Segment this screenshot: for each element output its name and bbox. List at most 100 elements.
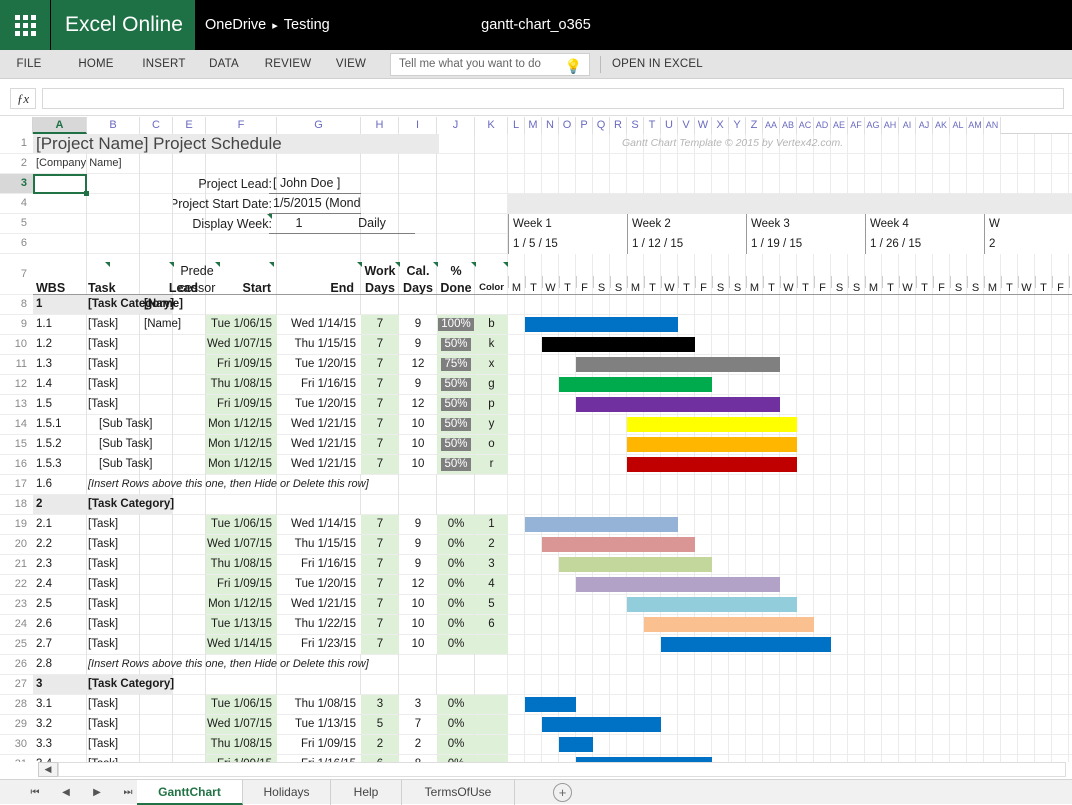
cell-start[interactable]: Tue 1/06/15 xyxy=(206,695,277,714)
column-header-Z[interactable]: Z xyxy=(746,117,763,134)
column-header-N[interactable]: N xyxy=(542,117,559,134)
cell-task[interactable]: [Task] xyxy=(85,395,195,414)
row-header-21[interactable]: 21 xyxy=(0,555,33,575)
cell-cal-days[interactable]: 10 xyxy=(399,435,437,454)
cell-wbs[interactable]: 1.4 xyxy=(33,375,83,394)
cell-cal-days[interactable]: 10 xyxy=(399,595,437,614)
gantt-bar-3.2[interactable] xyxy=(542,717,661,732)
cell-end[interactable]: Thu 1/08/15 xyxy=(277,695,361,714)
column-header-B[interactable]: B xyxy=(87,117,140,134)
cell-end[interactable]: Tue 1/20/15 xyxy=(277,395,361,414)
column-header-I[interactable]: I xyxy=(399,117,437,134)
row-header-10[interactable]: 10 xyxy=(0,335,33,355)
cell-wbs[interactable]: 2.6 xyxy=(33,615,83,634)
column-header-AN[interactable]: AN xyxy=(984,117,1001,134)
header-color[interactable]: Color xyxy=(475,281,508,295)
column-header-R[interactable]: R xyxy=(610,117,627,134)
row-header-25[interactable]: 25 xyxy=(0,635,33,655)
cell-cal-days[interactable]: 12 xyxy=(399,575,437,594)
column-header-AB[interactable]: AB xyxy=(780,117,797,134)
cell-end[interactable]: Tue 1/20/15 xyxy=(277,355,361,374)
row-header-23[interactable]: 23 xyxy=(0,595,33,615)
cell-start[interactable]: Fri 1/09/15 xyxy=(206,395,277,414)
cell-work-days[interactable]: 7 xyxy=(361,415,399,434)
cell-work-days[interactable]: 7 xyxy=(361,455,399,474)
gantt-bar-1.4[interactable] xyxy=(559,377,712,392)
cell-task[interactable]: [Task] xyxy=(85,715,195,734)
cell-task[interactable]: [Task] xyxy=(85,555,195,574)
cell-work-days[interactable]: 7 xyxy=(361,555,399,574)
cell-wbs[interactable]: 1.3 xyxy=(33,355,83,374)
header-cal-line2[interactable]: Days xyxy=(399,281,437,295)
cell-work-days[interactable]: 7 xyxy=(361,335,399,354)
app-launcher-icon[interactable] xyxy=(0,0,50,50)
gantt-bar-3.1[interactable] xyxy=(525,697,576,712)
sheet-tab-termsofuse[interactable]: TermsOfUse xyxy=(402,780,515,805)
column-header-G[interactable]: G xyxy=(277,117,361,134)
row-header-20[interactable]: 20 xyxy=(0,535,33,555)
cell-end[interactable]: Tue 1/20/15 xyxy=(277,575,361,594)
cell-work-days[interactable]: 7 xyxy=(361,595,399,614)
row-header-15[interactable]: 15 xyxy=(0,435,33,455)
cell-pct-done[interactable]: 0% xyxy=(437,735,475,754)
cell-task[interactable]: [Task] xyxy=(85,735,195,754)
gantt-bar-1.5.2[interactable] xyxy=(627,437,797,452)
cell-task[interactable]: [Task Category] xyxy=(85,495,195,514)
column-header-F[interactable]: F xyxy=(206,117,277,134)
cell-color-code[interactable]: r xyxy=(475,455,508,474)
cell-color-code[interactable]: x xyxy=(475,355,508,374)
cell-end[interactable]: Fri 1/16/15 xyxy=(277,555,361,574)
cell-cal-days[interactable]: 9 xyxy=(399,515,437,534)
column-header-AI[interactable]: AI xyxy=(899,117,916,134)
gantt-bar-2.7[interactable] xyxy=(661,637,831,652)
sheet-nav-next-icon[interactable]: ▶ xyxy=(88,784,106,801)
column-header-AH[interactable]: AH xyxy=(882,117,899,134)
ribbon-tab-review[interactable]: REVIEW xyxy=(264,50,312,79)
cell-pct-done[interactable]: 0% xyxy=(437,635,475,654)
column-header-AJ[interactable]: AJ xyxy=(916,117,933,134)
column-header-V[interactable]: V xyxy=(678,117,695,134)
cell-end[interactable]: Tue 1/13/15 xyxy=(277,715,361,734)
column-header-AL[interactable]: AL xyxy=(950,117,967,134)
cell-start[interactable]: Fri 1/09/15 xyxy=(206,355,277,374)
cell-note[interactable]: [Insert Rows above this one, then Hide o… xyxy=(85,475,415,494)
cell-wbs[interactable]: 1.1 xyxy=(33,315,83,334)
cell-work-days[interactable]: 7 xyxy=(361,435,399,454)
gantt-bar-2.1[interactable] xyxy=(525,517,678,532)
cell-start[interactable]: Mon 1/12/15 xyxy=(206,455,277,474)
column-header-A[interactable]: A xyxy=(33,117,87,134)
cell-work-days[interactable]: 7 xyxy=(361,395,399,414)
cell-work-days[interactable]: 7 xyxy=(361,615,399,634)
cell-task[interactable]: [Task] xyxy=(85,515,195,534)
cell-color-code[interactable]: 1 xyxy=(475,515,508,534)
cell-wbs[interactable]: 2.8 xyxy=(33,655,83,674)
sheet-tab-holidays[interactable]: Holidays xyxy=(243,780,331,805)
open-in-excel-button[interactable]: OPEN IN EXCEL xyxy=(612,50,703,79)
cell-color-code[interactable]: 2 xyxy=(475,535,508,554)
row-header-30[interactable]: 30 xyxy=(0,735,33,755)
cell-work-days[interactable]: 7 xyxy=(361,355,399,374)
column-header-M[interactable]: M xyxy=(525,117,542,134)
cell-work-days[interactable]: 7 xyxy=(361,375,399,394)
cell-color-code[interactable] xyxy=(475,715,508,734)
field-label-2[interactable]: Display Week: xyxy=(173,214,277,234)
cell-task[interactable]: [Task] xyxy=(85,375,195,394)
cell-end[interactable]: Fri 1/16/15 xyxy=(277,375,361,394)
column-header-U[interactable]: U xyxy=(661,117,678,134)
row-header-3[interactable]: 3 xyxy=(0,174,33,194)
cell-wbs[interactable]: 2.1 xyxy=(33,515,83,534)
cell-end[interactable]: Thu 1/15/15 xyxy=(277,535,361,554)
ribbon-tab-file[interactable]: FILE xyxy=(14,50,44,79)
row-header-18[interactable]: 18 xyxy=(0,495,33,515)
cell-work-days[interactable]: 7 xyxy=(361,315,399,334)
cell-cal-days[interactable]: 10 xyxy=(399,635,437,654)
cell-wbs[interactable]: 1.5.3 xyxy=(33,455,83,474)
cell-pct-done[interactable]: 50% xyxy=(437,395,475,414)
row-header-8[interactable]: 8 xyxy=(0,295,33,315)
field-label-0[interactable]: Project Lead: xyxy=(173,174,277,194)
cell-start[interactable]: Wed 1/07/15 xyxy=(206,535,277,554)
cell-wbs[interactable]: 2.2 xyxy=(33,535,83,554)
gantt-bar-1.5.1[interactable] xyxy=(627,417,797,432)
header-cal-line1[interactable]: Cal. xyxy=(399,264,437,278)
row-header-14[interactable]: 14 xyxy=(0,415,33,435)
